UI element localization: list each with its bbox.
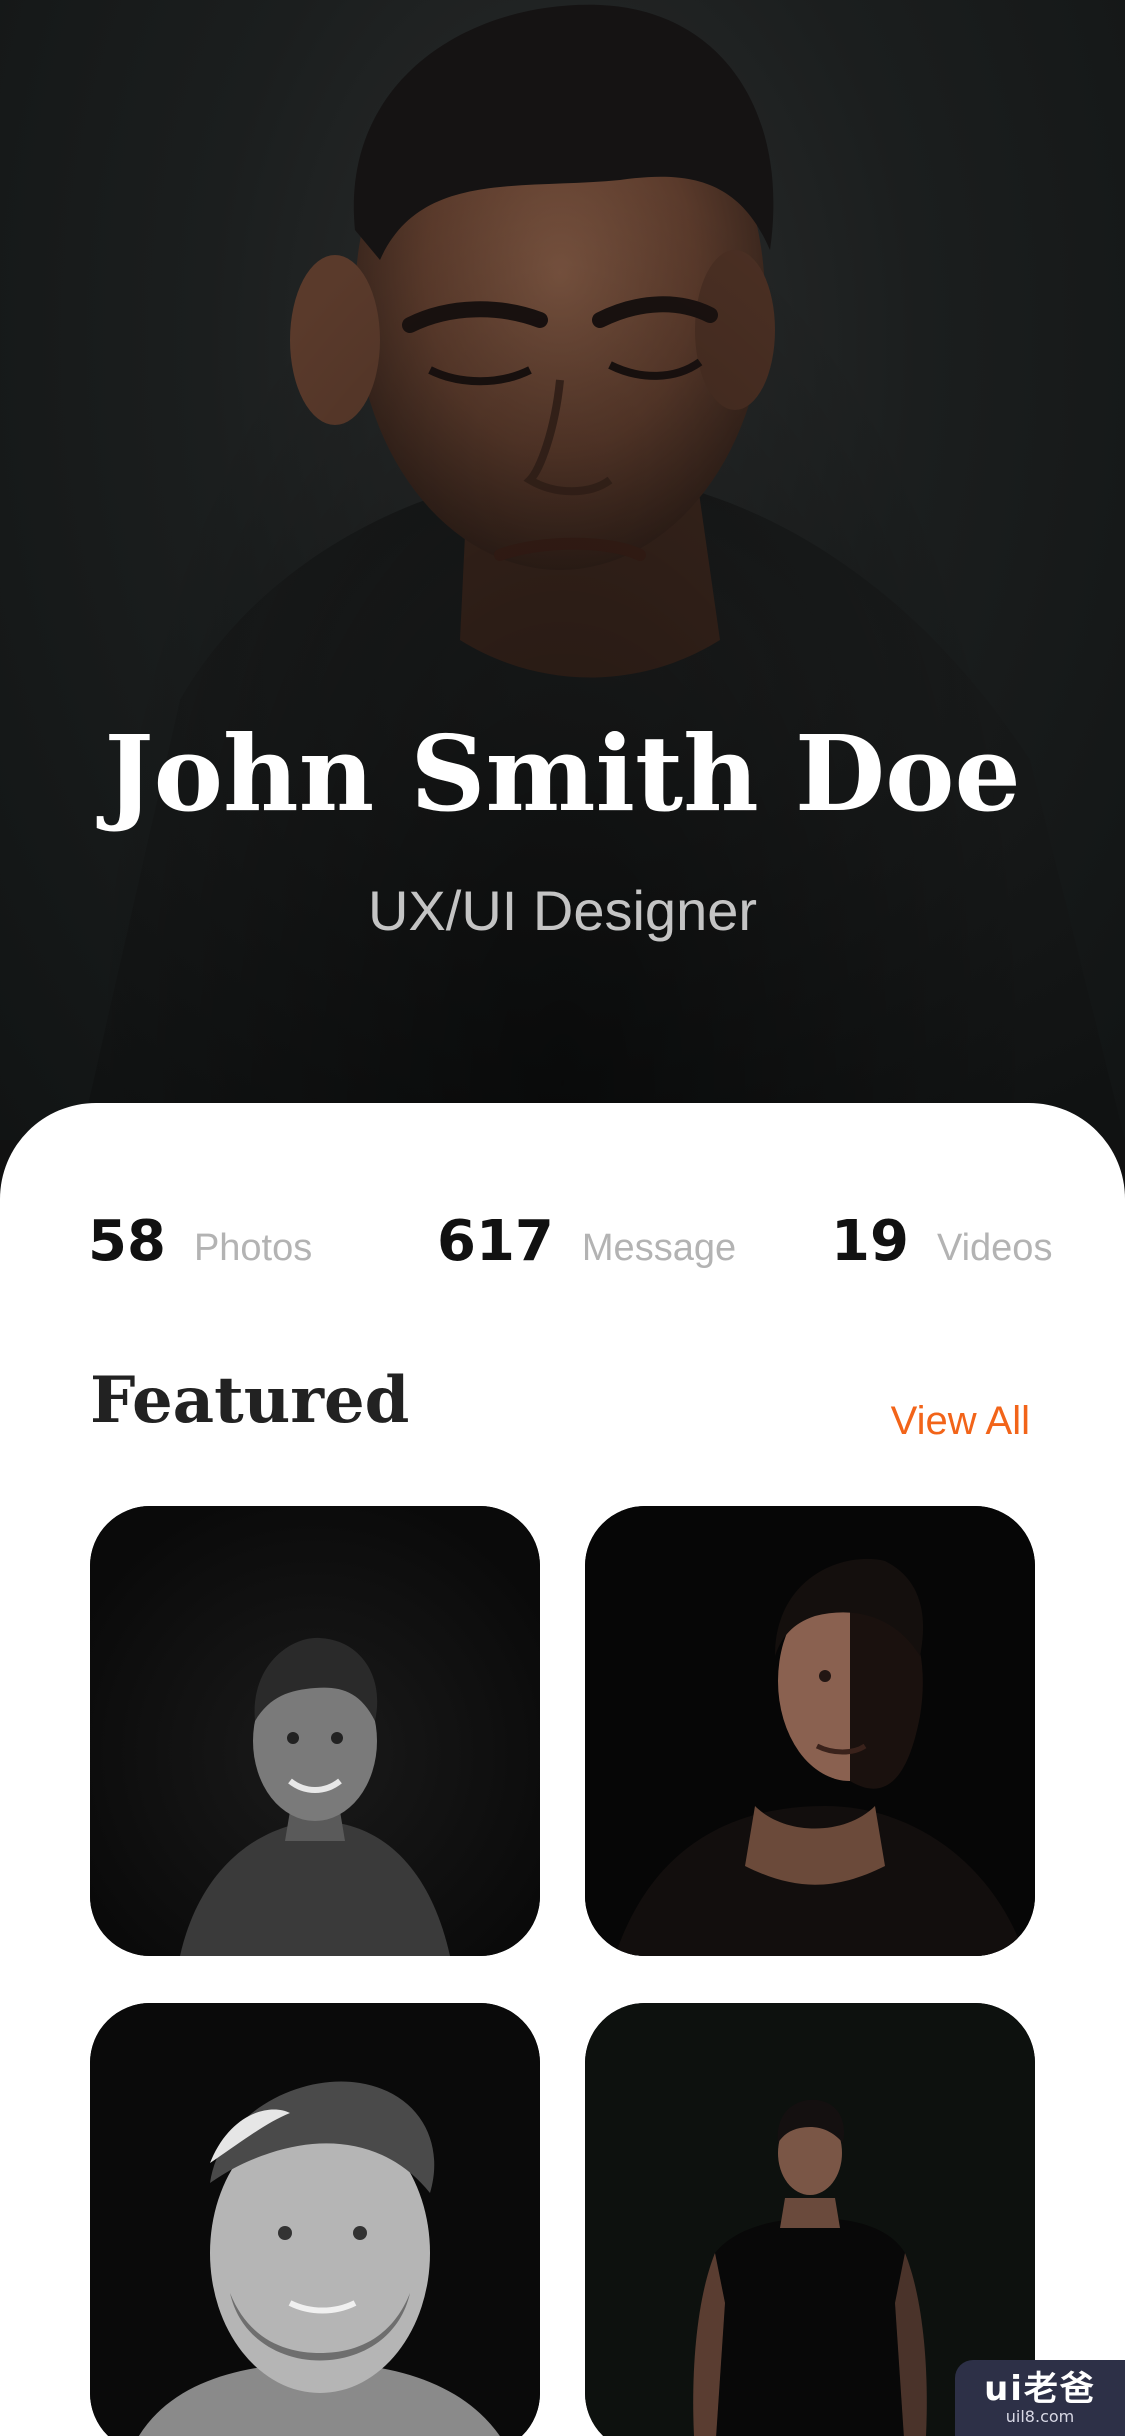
hero-vignette (0, 0, 1125, 1140)
stat-photos-label: Photos (193, 1227, 313, 1269)
featured-photo-3[interactable] (90, 2003, 540, 2436)
stat-photos-value: 58 (88, 1209, 166, 1274)
profile-name: John Smith Doe (104, 712, 1021, 835)
featured-heading: Featured (90, 1363, 410, 1438)
watermark-main: ui老爸 (984, 2369, 1096, 2409)
stat-videos-value: 19 (831, 1209, 909, 1274)
stat-videos-label: Videos (936, 1227, 1053, 1269)
stat-videos[interactable]: 19 Videos (831, 1209, 1052, 1309)
stat-photos[interactable]: 58 Photos (88, 1209, 312, 1309)
featured-photo-2-image (585, 1506, 1035, 1956)
stat-messages-label: Message (581, 1227, 737, 1269)
featured-photo-2[interactable] (585, 1506, 1035, 1956)
featured-photo-1-image (90, 1506, 540, 1956)
stats-row: 58 Photos 617 Message 19 Videos (0, 1209, 1125, 1309)
featured-photo-1[interactable] (90, 1506, 540, 1956)
view-all-link[interactable]: View All (891, 1399, 1030, 1444)
profile-card: 58 Photos 617 Message 19 Videos Featured… (0, 1103, 1125, 2436)
stat-messages-value: 617 (437, 1209, 554, 1274)
profile-role: UX/UI Designer (367, 879, 758, 942)
stat-messages[interactable]: 617 Message (437, 1209, 736, 1309)
profile-hero: John Smith Doe UX/UI Designer (0, 0, 1125, 1140)
watermark-badge: ui老爸 uil8.com (955, 2360, 1125, 2436)
watermark-sub: uil8.com (1005, 2407, 1075, 2426)
featured-photo-3-image (90, 2003, 540, 2436)
